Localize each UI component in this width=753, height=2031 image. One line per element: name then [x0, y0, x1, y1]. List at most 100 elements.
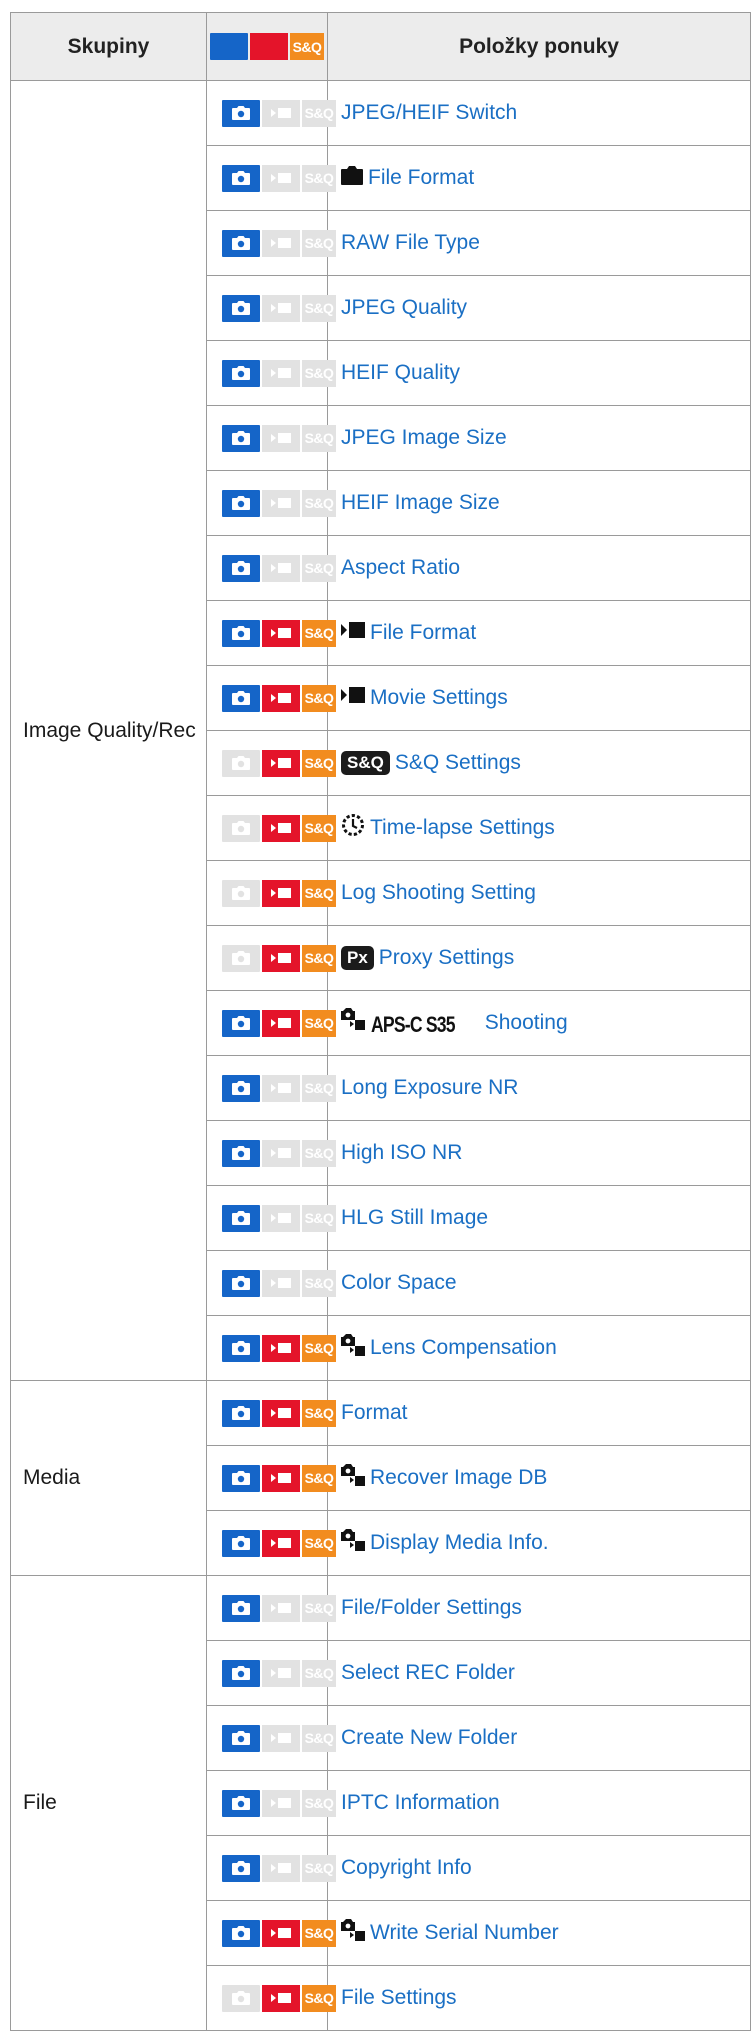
sq-icon: S&Q: [290, 33, 324, 60]
mode-availability: S&Q: [206, 990, 336, 1056]
mode-availability: S&Q: [206, 405, 336, 471]
menu-item-link[interactable]: APS-C S35 Shooting: [341, 1008, 568, 1037]
menu-item-link[interactable]: Movie Settings: [341, 686, 508, 709]
menu-item-cell: JPEG Quality: [327, 275, 751, 341]
mode-availability: S&Q: [206, 1575, 336, 1641]
header-availability: S&Q: [206, 12, 328, 81]
sq-badge-icon: S&Q: [341, 751, 390, 776]
sq-mode-icon: S&Q: [302, 294, 336, 322]
movie-mode-icon: [262, 1724, 300, 1752]
camera-mode-icon: [222, 1789, 260, 1817]
mode-availability: S&Q: [206, 600, 336, 666]
menu-item-label: JPEG/HEIF Switch: [341, 101, 518, 124]
menu-item-link[interactable]: Select REC Folder: [341, 1661, 515, 1684]
menu-item-link[interactable]: Color Space: [341, 1271, 457, 1294]
menu-item-link[interactable]: Log Shooting Setting: [341, 881, 536, 904]
sq-mode-icon: S&Q: [302, 1854, 336, 1882]
menu-item-cell: Select REC Folder: [327, 1640, 751, 1706]
sq-mode-icon: S&Q: [302, 1269, 336, 1297]
mode-availability: S&Q: [206, 470, 336, 536]
menu-item-label: Aspect Ratio: [341, 556, 461, 579]
menu-item-label: HEIF Image Size: [341, 491, 500, 514]
menu-item-link[interactable]: File Settings: [341, 1986, 457, 2009]
menu-item-link[interactable]: Long Exposure NR: [341, 1076, 518, 1099]
menu-item-link[interactable]: HEIF Image Size: [341, 491, 500, 514]
movie-icon: [250, 33, 288, 60]
mode-availability: S&Q: [206, 210, 336, 276]
sq-mode-icon: S&Q: [302, 879, 336, 907]
mode-availability: S&Q: [206, 1120, 336, 1186]
group-name: Media: [10, 1380, 207, 1576]
menu-item-link[interactable]: Create New Folder: [341, 1726, 517, 1749]
camera-mode-icon: [222, 1854, 260, 1882]
menu-item-link[interactable]: IPTC Information: [341, 1791, 500, 1814]
movie-icon: [341, 621, 365, 645]
menu-item-link[interactable]: Aspect Ratio: [341, 556, 460, 579]
movie-mode-icon: [262, 1854, 300, 1882]
menu-item-link[interactable]: JPEG Quality: [341, 296, 467, 319]
menu-item-cell: Aspect Ratio: [327, 535, 751, 601]
menu-item-link[interactable]: High ISO NR: [341, 1141, 462, 1164]
menu-item-cell: Px Proxy Settings: [327, 925, 751, 991]
movie-mode-icon: [262, 1464, 300, 1492]
menu-item-label: Format: [341, 1401, 408, 1424]
menu-item-link[interactable]: Recover Image DB: [341, 1464, 547, 1489]
movie-mode-icon: [262, 1529, 300, 1557]
menu-item-link[interactable]: File Format: [341, 165, 474, 189]
sq-mode-icon: S&Q: [302, 1594, 336, 1622]
movie-mode-icon: [262, 1269, 300, 1297]
camera-mode-icon: [222, 749, 260, 777]
menu-item-cell: Display Media Info.: [327, 1510, 751, 1576]
menu-item-link[interactable]: S&Q S&Q Settings: [341, 750, 521, 776]
menu-item-link[interactable]: HLG Still Image: [341, 1206, 488, 1229]
menu-item-cell: JPEG Image Size: [327, 405, 751, 471]
sq-mode-icon: S&Q: [302, 1724, 336, 1752]
menu-item-cell: High ISO NR: [327, 1120, 751, 1186]
movie-mode-icon: [262, 229, 300, 257]
camera-mode-icon: [222, 944, 260, 972]
menu-table: Skupiny S&Q Položky ponuky Image Quality…: [10, 12, 751, 2031]
menu-item-label: Select REC Folder: [341, 1661, 515, 1684]
menu-item-link[interactable]: Time-lapse Settings: [341, 814, 555, 839]
menu-item-link[interactable]: JPEG Image Size: [341, 426, 507, 449]
sq-mode-icon: S&Q: [302, 1659, 336, 1687]
mode-availability: S&Q: [206, 665, 336, 731]
table-header-row: Skupiny S&Q Položky ponuky: [10, 12, 751, 81]
sq-mode-icon: S&Q: [302, 1334, 336, 1362]
menu-item-link[interactable]: Display Media Info.: [341, 1529, 549, 1554]
menu-item-cell: Movie Settings: [327, 665, 751, 731]
mode-availability: S&Q: [206, 925, 336, 991]
menu-item-cell: File Settings: [327, 1965, 751, 2031]
mode-availability: S&Q: [206, 1835, 336, 1901]
menu-item-cell: Lens Compensation: [327, 1315, 751, 1381]
menu-item-link[interactable]: Px Proxy Settings: [341, 946, 514, 971]
menu-item-cell: HLG Still Image: [327, 1185, 751, 1251]
menu-item-link[interactable]: File/Folder Settings: [341, 1596, 522, 1619]
menu-item-link[interactable]: File Format: [341, 621, 476, 644]
menu-item-label: S&Q Settings: [394, 750, 521, 774]
menu-item-link[interactable]: HEIF Quality: [341, 361, 460, 384]
movie-mode-icon: [262, 99, 300, 127]
timelapse-icon: [341, 813, 365, 843]
menu-item-link[interactable]: RAW File Type: [341, 231, 480, 254]
sq-mode-icon: S&Q: [302, 1789, 336, 1817]
menu-item-link[interactable]: Lens Compensation: [341, 1334, 557, 1359]
menu-item-link[interactable]: JPEG/HEIF Switch: [341, 101, 517, 124]
menu-item-cell: HEIF Image Size: [327, 470, 751, 536]
camera-mode-icon: [222, 814, 260, 842]
sq-mode-icon: S&Q: [302, 1139, 336, 1167]
sq-mode-icon: S&Q: [302, 619, 336, 647]
camera-mode-icon: [222, 1529, 260, 1557]
menu-item-cell: S&Q S&Q Settings: [327, 730, 751, 796]
camera-mode-icon: [222, 1399, 260, 1427]
menu-item-link[interactable]: Write Serial Number: [341, 1919, 559, 1944]
menu-item-link[interactable]: Format: [341, 1401, 408, 1424]
menu-item-link[interactable]: Copyright Info: [341, 1856, 472, 1879]
movie-mode-icon: [262, 944, 300, 972]
sq-mode-icon: S&Q: [302, 229, 336, 257]
movie-mode-icon: [262, 164, 300, 192]
group-name: Image Quality/Rec: [10, 80, 207, 1381]
menu-item-label: Long Exposure NR: [341, 1076, 519, 1099]
menu-item-label: Lens Compensation: [370, 1335, 557, 1359]
sq-mode-icon: S&Q: [302, 554, 336, 582]
